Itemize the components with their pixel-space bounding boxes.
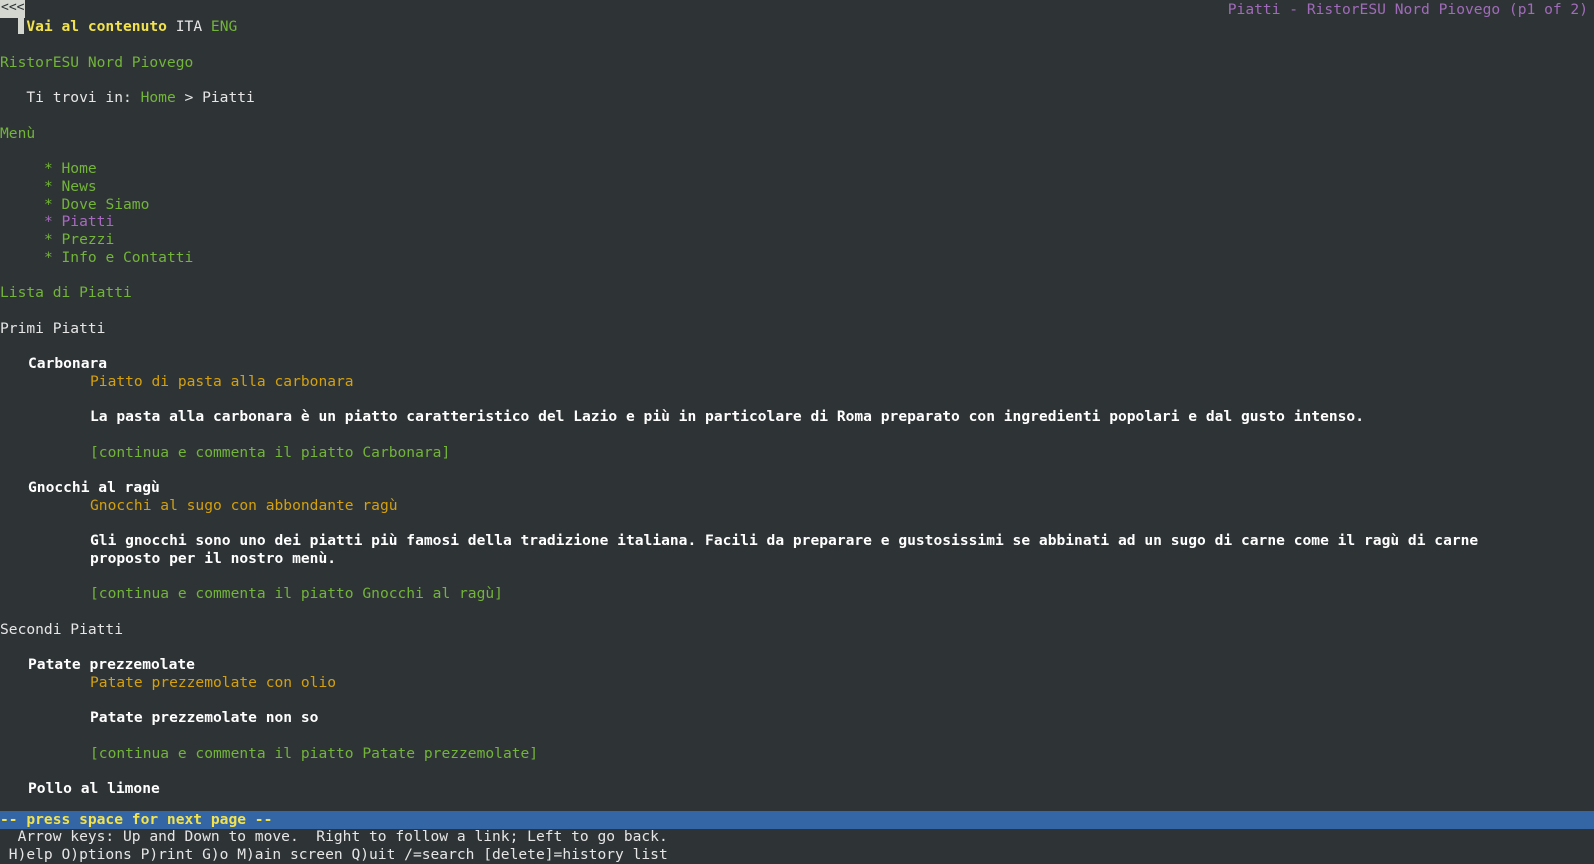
menu-item-label[interactable]: Piatti [62, 213, 115, 230]
content-heading: Lista di Piatti [0, 284, 132, 301]
lang-eng-link[interactable]: ENG [211, 18, 237, 35]
menu-item-news[interactable]: * News [0, 178, 97, 196]
menu-item-label[interactable]: Home [62, 160, 97, 177]
breadcrumb-current: Piatti [202, 89, 255, 106]
breadcrumb-home-link[interactable]: Home [141, 89, 176, 106]
menu-bullet: * [43, 178, 62, 195]
menu-item-info-contatti[interactable]: * Info e Contatti [0, 249, 193, 267]
dish-name: Gnocchi al ragù [28, 479, 160, 496]
menu-item-home[interactable]: * Home [0, 160, 97, 178]
dish-continue-link[interactable]: [continua e commenta il piatto Carbonara… [90, 444, 450, 462]
help-line-navigation: Arrow keys: Up and Down to move. Right t… [0, 828, 668, 845]
dish-subtitle: Gnocchi al sugo con abbondante ragù [90, 497, 398, 514]
breadcrumb-separator: > [175, 89, 203, 106]
menu-item-label[interactable]: Dove Siamo [62, 196, 150, 213]
dish-description: La pasta alla carbonara è un piatto cara… [90, 408, 1364, 425]
menu-item-label[interactable]: Info e Contatti [62, 249, 194, 266]
menu-item-label[interactable]: News [62, 178, 97, 195]
menu-bullet: * [43, 231, 62, 248]
dish-description: proposto per il nostro menù. [90, 550, 337, 567]
menu-item-prezzi[interactable]: * Prezzi [0, 231, 114, 249]
section-secondi-piatti: Secondi Piatti [0, 621, 124, 638]
help-line-commands: H)elp O)ptions P)rint G)o M)ain screen Q… [0, 846, 668, 863]
site-name-link[interactable]: RistorESU Nord Piovego [0, 54, 193, 72]
dish-name: Pollo al limone [28, 780, 160, 797]
breadcrumb-prefix: Ti trovi in: [26, 89, 141, 106]
dish-subtitle: Patate prezzemolate con olio [90, 674, 337, 691]
dish-continue-link[interactable]: [continua e commenta il piatto Gnocchi a… [90, 585, 503, 603]
dish-name: Patate prezzemolate [28, 656, 195, 673]
skip-to-content-link[interactable]: Vai al contenuto [26, 18, 167, 35]
dish-description: Patate prezzemolate non so [90, 709, 319, 726]
menu-bullet: * [43, 196, 62, 213]
pager-status-bar: -- press space for next page -- [0, 811, 1594, 829]
dish-subtitle: Piatto di pasta alla carbonara [90, 373, 354, 390]
text-cursor [18, 18, 24, 34]
menu-bullet: * [43, 249, 62, 266]
lang-ita: ITA [175, 18, 203, 35]
top-nav: Vai al contenuto ITA ENG [0, 18, 237, 36]
dish-name: Carbonara [28, 355, 108, 372]
page-title: Piatti - RistorESU Nord Piovego (p1 of 2… [1227, 1, 1588, 18]
dish-continue-link[interactable]: [continua e commenta il piatto Patate pr… [90, 745, 538, 763]
menu-bullet: * [43, 213, 62, 230]
back-history-marker[interactable]: <<< [0, 0, 26, 18]
dish-description: Gli gnocchi sono uno dei piatti più famo… [90, 532, 1479, 549]
menu-heading: Menù [0, 125, 36, 142]
section-primi-piatti: Primi Piatti [0, 320, 106, 337]
menu-bullet: * [43, 160, 62, 177]
menu-item-piatti[interactable]: * Piatti [0, 213, 114, 231]
menu-item-label[interactable]: Prezzi [62, 231, 115, 248]
breadcrumb: Ti trovi in: Home > Piatti [0, 89, 255, 107]
menu-item-dove-siamo[interactable]: * Dove Siamo [0, 196, 149, 214]
